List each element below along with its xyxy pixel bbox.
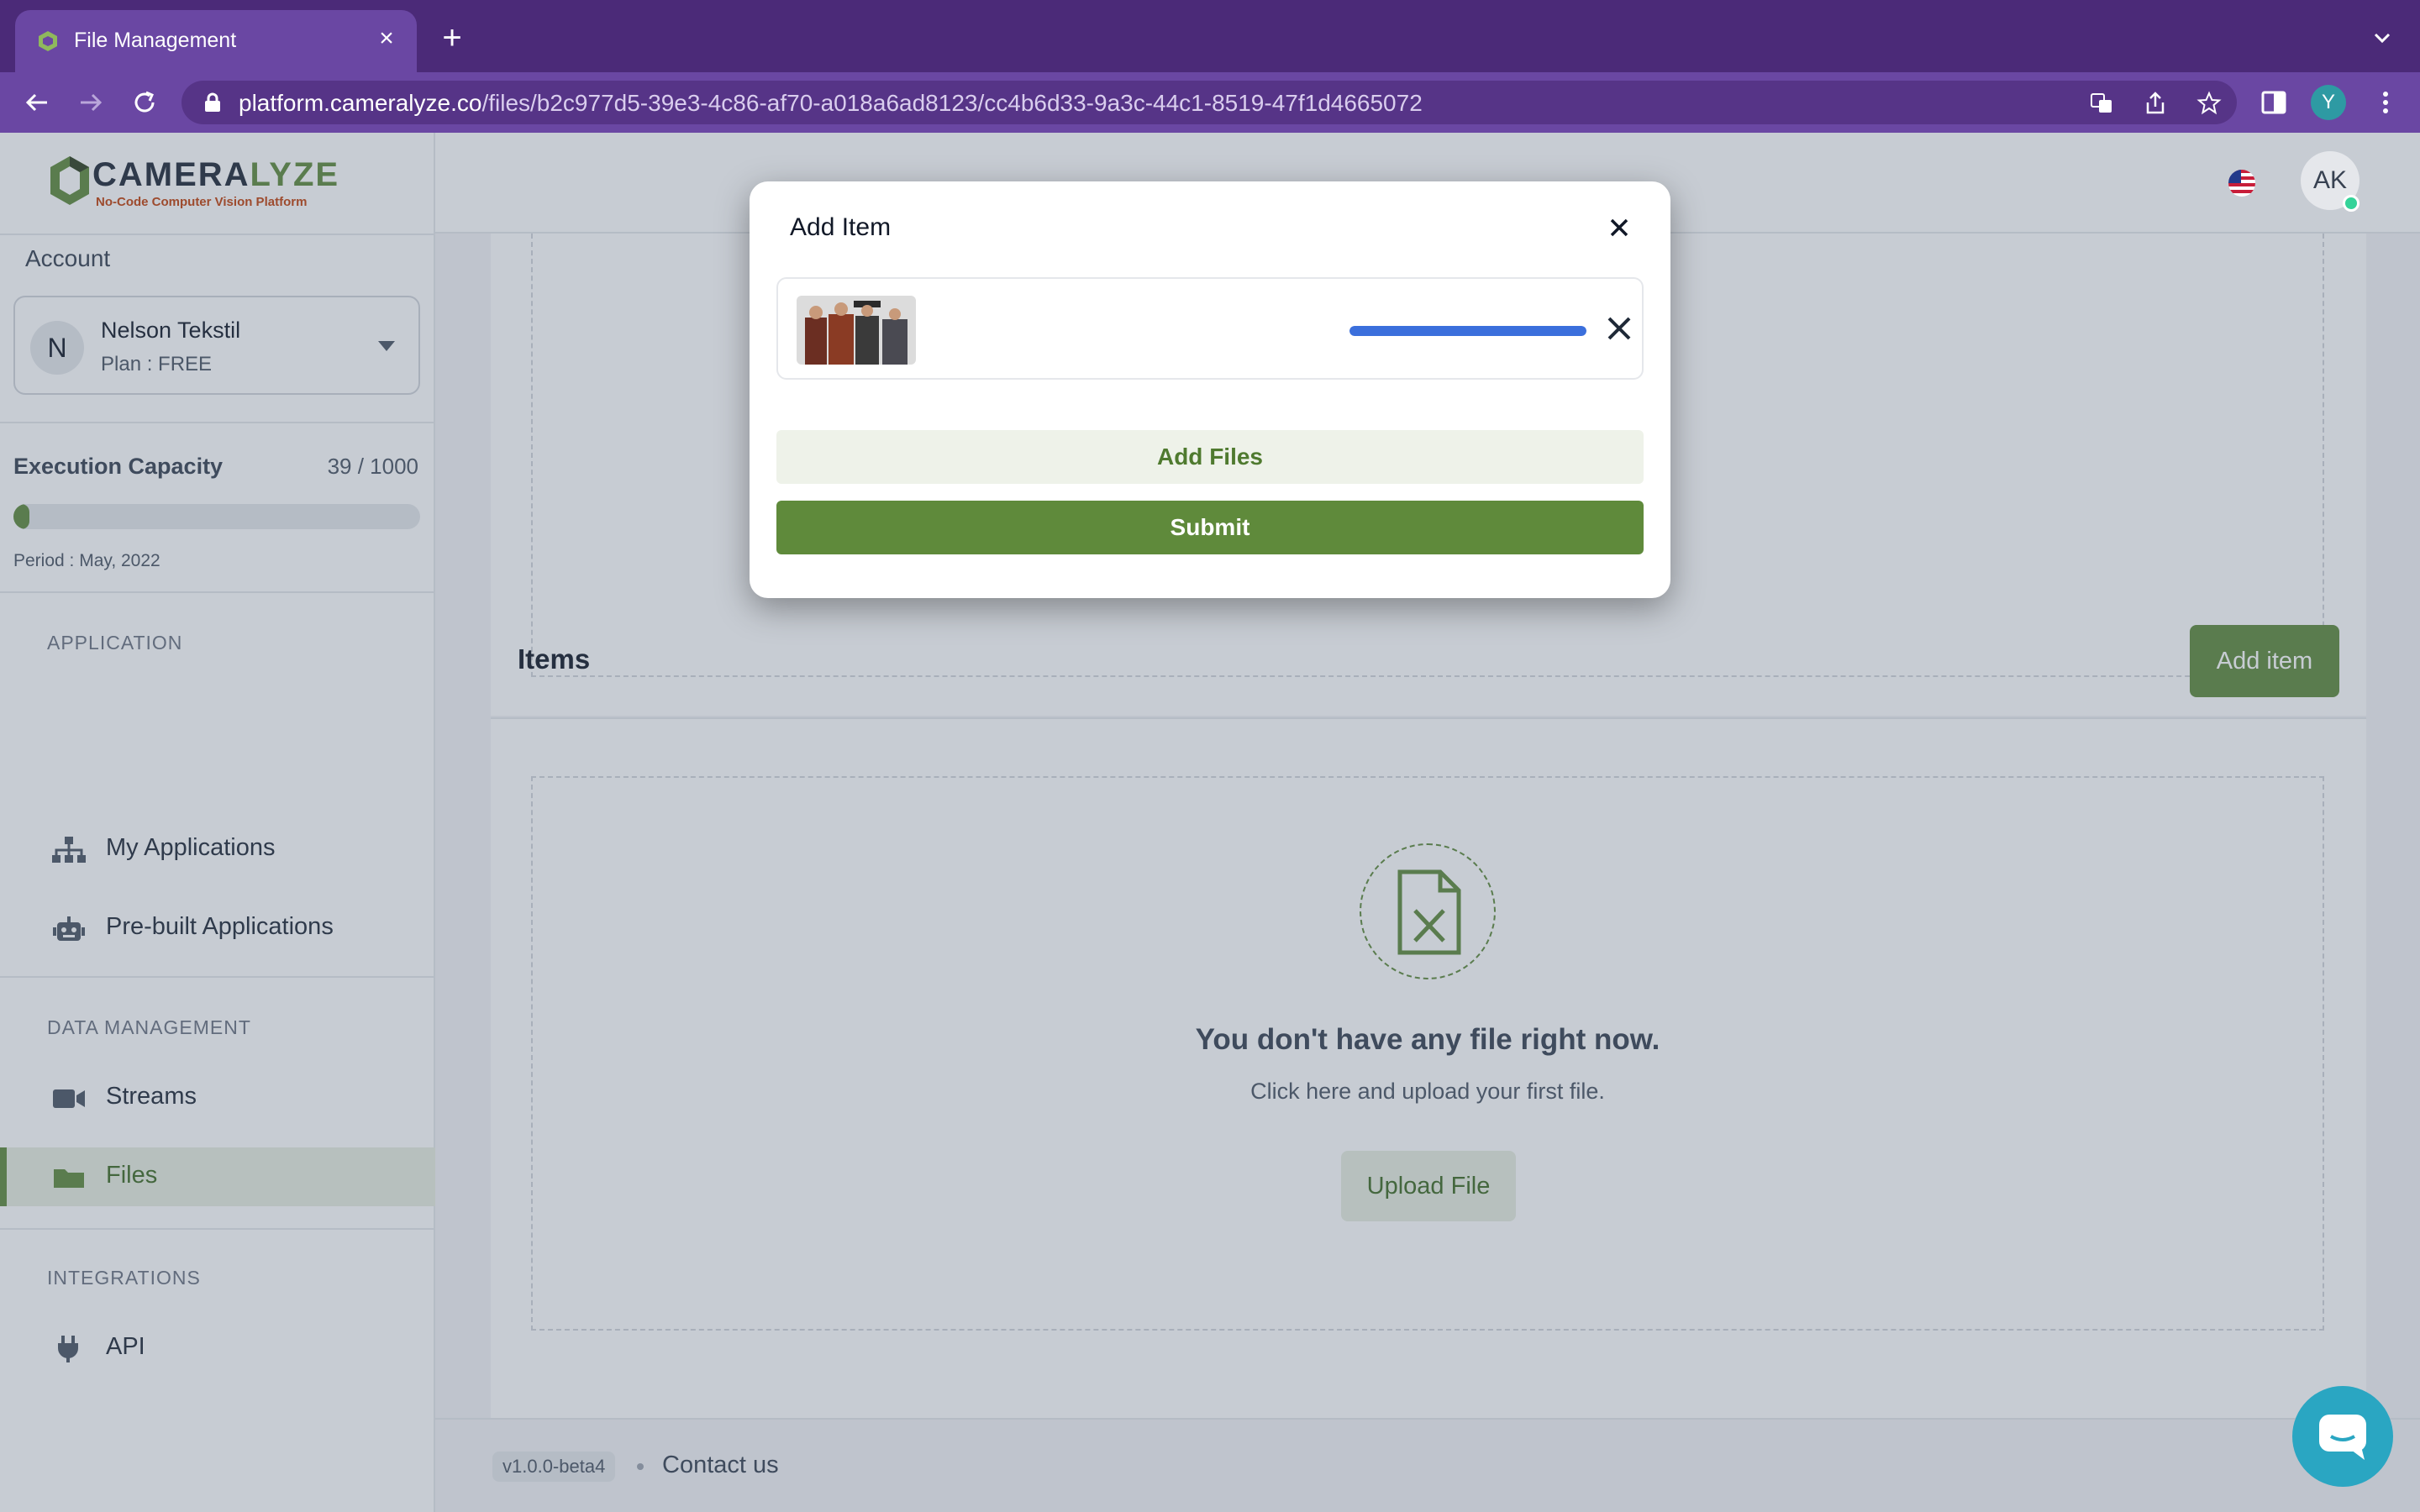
add-item-modal: Add Item Add Files Submit [750, 181, 1670, 598]
url-path: /files/b2c977d5-39e3-4c86-af70-a018a6ad8… [481, 90, 1423, 116]
back-arrow-icon[interactable] [22, 87, 52, 118]
cameralyze-favicon-icon [39, 31, 57, 51]
add-files-button[interactable]: Add Files [776, 430, 1644, 484]
chat-icon [2319, 1415, 2366, 1460]
close-tab-icon[interactable]: × [371, 24, 402, 54]
browser-tab-title: File Management [74, 29, 237, 52]
forward-arrow-icon[interactable] [76, 87, 106, 118]
new-tab-icon[interactable]: + [437, 21, 467, 55]
submit-button[interactable]: Submit [776, 501, 1644, 554]
online-status-dot [2343, 195, 2360, 212]
browser-tab-active[interactable]: File Management × [15, 10, 417, 72]
modal-title: Add Item [790, 213, 892, 241]
bookmark-star-icon[interactable] [2196, 91, 2222, 116]
close-modal-icon[interactable] [1605, 213, 1634, 242]
url-host: platform.cameralyze.co [239, 90, 482, 116]
side-panel-icon[interactable] [2259, 87, 2289, 118]
remove-file-icon[interactable] [1605, 314, 1634, 343]
lock-icon[interactable] [203, 92, 222, 113]
browser-tab-strip: File Management × + [0, 0, 2420, 72]
reload-icon[interactable] [129, 87, 160, 118]
thumbnail-image [797, 296, 916, 365]
share-icon[interactable] [2143, 91, 2168, 116]
file-thumbnail [797, 296, 916, 365]
upload-progress-fill [1349, 326, 1586, 336]
translate-icon[interactable] [2089, 91, 2114, 116]
tab-search-chevron-icon[interactable] [2370, 25, 2395, 50]
us-flag-graphic [2228, 170, 2255, 197]
browser-menu-icon[interactable] [2373, 89, 2398, 116]
address-bar[interactable]: platform.cameralyze.co/files/b2c977d5-39… [182, 81, 2237, 124]
browser-toolbar: platform.cameralyze.co/files/b2c977d5-39… [0, 72, 2420, 133]
upload-progress-bar [1349, 326, 1586, 336]
uploaded-file-row [776, 277, 1644, 380]
browser-profile-avatar[interactable]: Y [2311, 85, 2346, 120]
us-flag-icon[interactable] [2228, 170, 2255, 197]
address-url: platform.cameralyze.co/files/b2c977d5-39… [239, 90, 1423, 117]
chat-support-button[interactable] [2292, 1386, 2393, 1487]
